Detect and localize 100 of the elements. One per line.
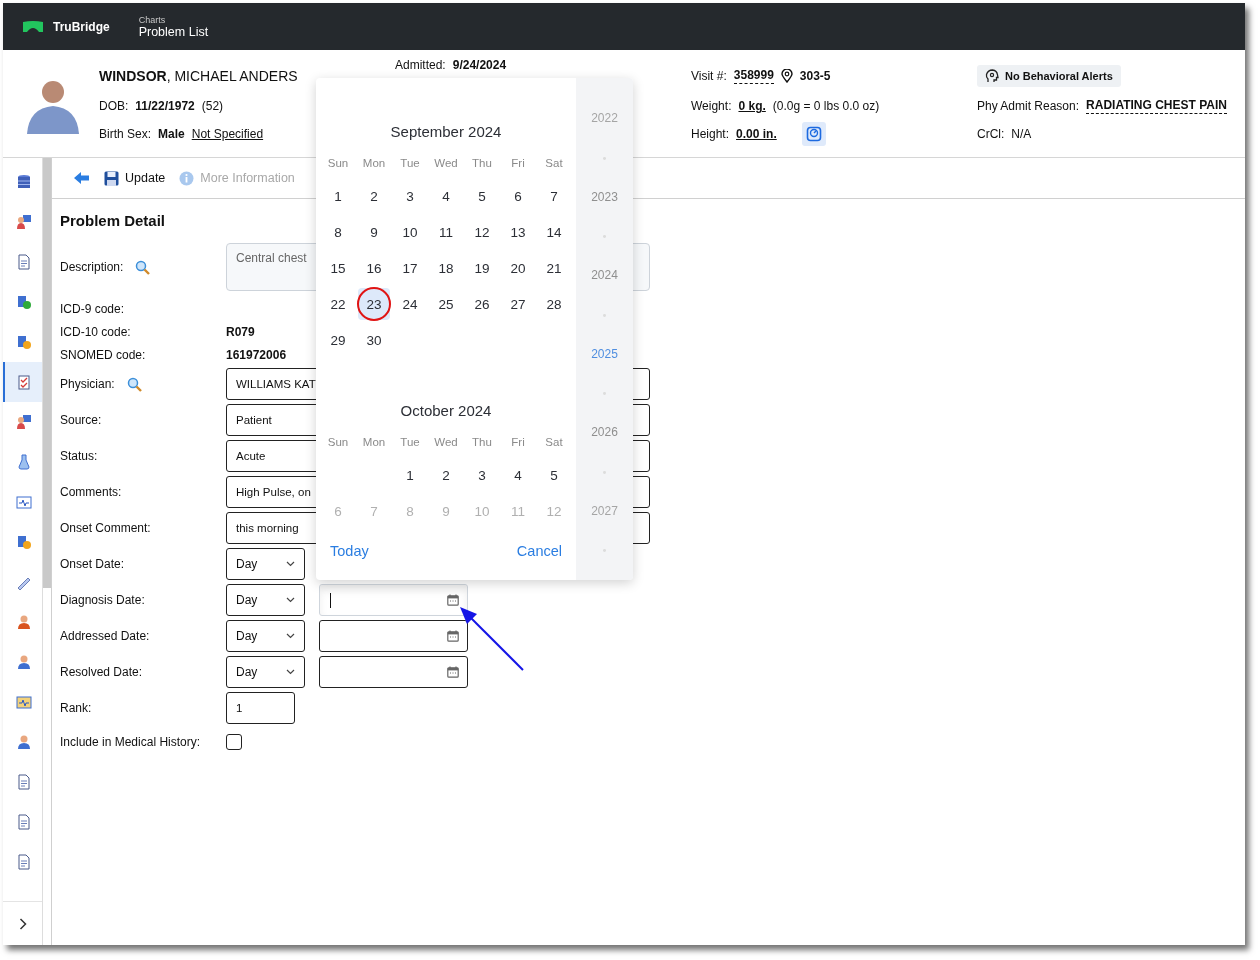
day-dropdown[interactable]: Day: [226, 584, 305, 616]
back-button[interactable]: [74, 172, 90, 184]
field-label: Onset Date:: [60, 557, 125, 571]
calendar-day[interactable]: 10: [394, 216, 426, 248]
calendar-day[interactable]: 25: [430, 288, 462, 320]
calendar-day[interactable]: 14: [538, 216, 570, 248]
breadcrumb-section: Charts: [138, 14, 209, 25]
alerts-badge[interactable]: No Behavioral Alerts: [977, 65, 1121, 87]
scale-icon: [805, 126, 822, 142]
field-label: Visit #:: [691, 69, 727, 83]
calendar-icon[interactable]: [447, 630, 459, 642]
calendar-day[interactable]: 6: [502, 180, 534, 212]
chevron-down-icon: [286, 561, 295, 567]
sex-value: Male: [158, 127, 185, 141]
weekday-label: Sun: [326, 156, 350, 171]
calendar-day[interactable]: 29: [322, 324, 354, 356]
scale-button[interactable]: [801, 122, 826, 146]
checklist-icon: [15, 374, 32, 390]
search-icon[interactable]: [126, 376, 142, 392]
weekday-label: Mon: [361, 435, 387, 450]
gender-link[interactable]: Not Specified: [191, 127, 264, 141]
calendar-day[interactable]: 11: [430, 216, 462, 248]
calendar-day[interactable]: 18: [430, 252, 462, 284]
calendar-day[interactable]: 24: [394, 288, 426, 320]
save-icon: [104, 170, 119, 186]
date-field[interactable]: [319, 620, 468, 652]
database-icon: [15, 174, 32, 190]
heartbeat-folder-icon: [15, 694, 32, 710]
calendar-day[interactable]: 23: [358, 288, 390, 320]
flask-icon: [15, 454, 32, 470]
calendar-day[interactable]: 15: [322, 252, 354, 284]
calendar-day[interactable]: 21: [538, 252, 570, 284]
day-dropdown[interactable]: Day: [226, 548, 305, 580]
alerts-text: No Behavioral Alerts: [1005, 70, 1113, 82]
calendar-day[interactable]: 27: [502, 288, 534, 320]
chevron-down-icon: [286, 669, 295, 675]
checkbox[interactable]: [226, 734, 242, 750]
calendar-day[interactable]: 26: [466, 288, 498, 320]
height-value[interactable]: 0.00 in.: [736, 127, 777, 141]
admit-reason[interactable]: RADIATING CHEST PAIN: [1086, 98, 1227, 114]
person-icon: [15, 614, 32, 630]
field-label: SNOMED code:: [60, 347, 146, 362]
weight-value[interactable]: 0 kg.: [738, 99, 766, 113]
field-label: Weight:: [691, 99, 732, 113]
field-label: Status:: [60, 449, 98, 463]
weekday-label: Mon: [361, 156, 387, 171]
calendar-day[interactable]: 20: [502, 252, 534, 284]
age-value: (52): [201, 99, 224, 113]
rank-field[interactable]: 1: [226, 692, 295, 724]
calendar-day[interactable]: 7: [538, 180, 570, 212]
heartbeat-icon: [15, 494, 32, 510]
calendar-day[interactable]: 5: [538, 459, 570, 491]
calendar-icon[interactable]: [447, 666, 459, 678]
crcl-value: N/A: [1011, 127, 1032, 141]
calendar-day[interactable]: 9: [358, 216, 390, 248]
field-label: Physician:: [60, 377, 115, 391]
calendar-day[interactable]: 30: [358, 324, 390, 356]
logo-icon: [23, 20, 43, 33]
weekday-label: Tue: [399, 435, 421, 450]
dropdown-value: Day: [236, 629, 258, 643]
head-icon: [985, 69, 999, 83]
calendar-day[interactable]: 16: [358, 252, 390, 284]
calendar-day[interactable]: 2: [430, 459, 462, 491]
scrollbar-thumb[interactable]: [43, 158, 51, 588]
field-label: Birth Sex:: [99, 127, 152, 141]
calendar-day[interactable]: 13: [502, 216, 534, 248]
document-icon: [15, 814, 32, 830]
calendar-day[interactable]: 4: [430, 180, 462, 212]
calendar-day[interactable]: 22: [322, 288, 354, 320]
field-label: ICD-9 code:: [60, 301, 125, 316]
calendar-day[interactable]: 3: [394, 180, 426, 212]
weekday-label: Wed: [433, 435, 459, 450]
field-label: Include in Medical History:: [60, 735, 201, 749]
calendar-icon[interactable]: [447, 594, 459, 606]
calendar-day[interactable]: 3: [466, 459, 498, 491]
day-dropdown[interactable]: Day: [226, 656, 305, 688]
calendar-day[interactable]: 4: [502, 459, 534, 491]
person-monitor-icon: [15, 214, 32, 230]
person-monitor-icon: [15, 414, 32, 430]
calendar-day[interactable]: 28: [538, 288, 570, 320]
calendar-day[interactable]: 5: [466, 180, 498, 212]
sidebar-item[interactable]: [3, 362, 42, 402]
visit-number[interactable]: 358999: [733, 68, 774, 84]
field-label: Height:: [691, 127, 730, 141]
calendar-day[interactable]: 2: [358, 180, 390, 212]
date-field[interactable]: [319, 656, 468, 688]
search-icon[interactable]: [135, 259, 151, 275]
today-button[interactable]: Today: [320, 543, 379, 559]
calendar-day[interactable]: 17: [394, 252, 426, 284]
weekday-label: Thu: [471, 156, 493, 171]
cancel-button[interactable]: Cancel: [506, 543, 572, 559]
calendar-day[interactable]: 8: [322, 216, 354, 248]
calendar-day[interactable]: 12: [466, 216, 498, 248]
update-button[interactable]: Update: [104, 170, 166, 186]
calendar-day[interactable]: 1: [322, 180, 354, 212]
day-dropdown[interactable]: Day: [226, 620, 305, 652]
calendar-day[interactable]: 19: [466, 252, 498, 284]
field-label: DOB:: [99, 99, 129, 113]
calendar-day[interactable]: 1: [394, 459, 426, 491]
field-label: Comments:: [60, 485, 122, 499]
